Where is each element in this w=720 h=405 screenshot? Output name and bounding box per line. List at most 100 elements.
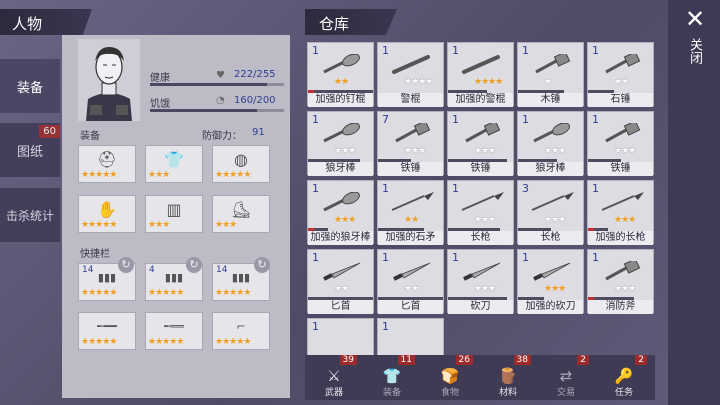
category-label: 食物 <box>440 388 459 398</box>
warehouse-title: 仓库 <box>319 15 350 33</box>
tab-kill-stats-label: 击杀统计 <box>5 208 54 223</box>
equipment-slot[interactable]: 👕 ★★★ <box>145 145 203 183</box>
inventory-item[interactable]: 1 ★★ 石锤 <box>587 42 654 107</box>
close-icon[interactable]: ✕ <box>682 6 708 32</box>
item-quantity: 1 <box>312 320 319 333</box>
key-icon: 🔑 <box>614 367 634 385</box>
hammer-icon <box>596 54 646 74</box>
warehouse-header: 仓库 <box>305 9 397 35</box>
category-tab[interactable]: 2 ⇄ 交易 <box>543 355 589 400</box>
inventory-item[interactable]: 1 ★★★ 长枪 <box>447 180 514 245</box>
inventory-item[interactable]: 1 ★★★ 加强的砍刀 <box>517 249 584 314</box>
rating-stars: ★★ <box>404 284 419 294</box>
quickbar-slot[interactable]: ⌐ ★★★★★ <box>212 312 270 350</box>
hunger-bar <box>150 109 284 112</box>
quickbar-slot[interactable]: ╾━━ ★★★★★ <box>78 312 136 350</box>
mace-icon <box>526 123 576 143</box>
inventory-item[interactable]: 1 ★★ 匕首 <box>377 249 444 314</box>
equipment-slot[interactable]: ✋ ★★★★★ <box>78 195 136 233</box>
item-name: 消防斧 <box>588 300 653 314</box>
health-bar <box>150 83 284 86</box>
shotgun-icon: ╾══ <box>164 319 184 333</box>
mace-icon <box>316 123 366 143</box>
reload-icon[interactable]: ↻ <box>118 257 134 273</box>
revolver-icon: ⌐ <box>236 319 246 333</box>
inventory-item[interactable]: 1 ★★★ 消防斧 <box>587 249 654 314</box>
inventory-item[interactable]: 1 ★★★ 狼牙棒 <box>517 111 584 176</box>
spear-icon <box>526 192 576 211</box>
item-name: 加强的砍刀 <box>518 300 583 314</box>
inventory-item[interactable]: 1 ★★★★ 加强的警棍 <box>447 42 514 107</box>
hammer-icon <box>386 123 436 143</box>
rating-stars: ★★★ <box>334 215 356 225</box>
pants-icon: ▥ <box>166 199 182 219</box>
close-label: 关闭 <box>687 38 702 64</box>
inventory-item[interactable]: 1 ★★★★ 警棍 <box>377 42 444 107</box>
equipment-slot[interactable]: ▥ ★★★ <box>145 195 203 233</box>
inventory-item[interactable]: 1 ★★ 加强的石矛 <box>377 180 444 245</box>
spiked-club-icon <box>316 54 366 74</box>
rating-stars: ★★★ <box>544 284 566 294</box>
equipment-slot[interactable]: ⛑ ★★★★★ <box>78 145 136 183</box>
item-name: 狼牙棒 <box>518 162 583 176</box>
rating-stars: ★★★★★ <box>215 337 251 347</box>
boots-icon: ⛸ <box>230 199 252 219</box>
rating-stars: ★★★★★ <box>148 288 184 298</box>
category-count: 39 <box>339 355 357 365</box>
category-count: 26 <box>455 355 473 365</box>
tab-equipment[interactable]: 装备 <box>0 59 60 113</box>
reload-icon[interactable]: ↻ <box>186 257 202 273</box>
inventory-item[interactable]: 3 ★★★ 长枪 <box>517 180 584 245</box>
inventory-item[interactable]: 1 ★★★ 加强的狼牙棒 <box>307 180 374 245</box>
machete-icon <box>456 262 506 281</box>
category-tab[interactable]: 39 ⚔ 武器 <box>311 355 357 400</box>
equipment-slot[interactable]: ◍ ★★★★★ <box>212 145 270 183</box>
item-name: 铁锤 <box>378 162 443 176</box>
category-count: 38 <box>513 355 531 365</box>
inventory-item[interactable]: 1 ★★★ 铁锤 <box>587 111 654 176</box>
portrait-avatar <box>78 39 140 121</box>
category-tab[interactable]: 38 🪵 材料 <box>485 355 531 400</box>
inventory-item[interactable]: 1 ★★★ 砍刀 <box>447 249 514 314</box>
inventory-item[interactable]: 1 ★ 木锤 <box>517 42 584 107</box>
item-name: 长枪 <box>518 231 583 245</box>
quickbar-slot[interactable]: ╾══ ★★★★★ <box>145 312 203 350</box>
inventory-item[interactable]: 1 ★★★ 狼牙棒 <box>307 111 374 176</box>
mace-icon <box>316 192 366 212</box>
item-name: 加强的狼牙棒 <box>308 231 373 245</box>
rating-stars: ★★ <box>404 215 419 225</box>
rating-stars: ★★★★★ <box>215 288 251 298</box>
item-name: 石锤 <box>588 93 653 107</box>
hunger-value: 160/200 <box>234 95 276 106</box>
category-tab[interactable]: 2 🔑 任务 <box>601 355 647 400</box>
item-name: 木锤 <box>518 93 583 107</box>
rating-stars: ★★★ <box>404 146 426 156</box>
item-name: 铁锤 <box>588 162 653 176</box>
rating-stars: ★★★ <box>148 220 170 230</box>
rating-stars: ★★★★★ <box>148 337 184 347</box>
hammer-icon <box>596 123 646 143</box>
close-button[interactable]: ✕ 关闭 <box>668 0 720 405</box>
inventory-item[interactable]: 1 ★★ 加强的钉棍 <box>307 42 374 107</box>
inventory-item[interactable]: 1 ★★★ 加强的长枪 <box>587 180 654 245</box>
tab-blueprints-label: 图纸 <box>16 144 43 160</box>
inventory-item[interactable]: 1 ★★★ 铁锤 <box>447 111 514 176</box>
item-name: 铁锤 <box>448 162 513 176</box>
stomach-icon: ◔ <box>216 95 225 106</box>
rating-stars: ★★★★★ <box>81 337 117 347</box>
character-panel: 人物 装备 图纸 60 击杀统计 健康 ♥ 222/255 饥饿 ◔ 160/2… <box>0 0 292 405</box>
reload-icon[interactable]: ↻ <box>254 257 270 273</box>
rating-stars: ★★★★★ <box>215 170 251 180</box>
equipment-slot[interactable]: ⛸ ★★★ <box>212 195 270 233</box>
category-count: 11 <box>397 355 415 365</box>
tab-blueprints[interactable]: 图纸 60 <box>0 123 60 177</box>
category-tab[interactable]: 11 👕 装备 <box>369 355 415 400</box>
category-label: 交易 <box>556 388 575 398</box>
category-count: 2 <box>577 355 589 365</box>
rating-stars: ★ <box>544 77 552 87</box>
inventory-item[interactable]: 1 ★★ 匕首 <box>307 249 374 314</box>
tab-kill-stats[interactable]: 击杀统计 <box>0 188 60 242</box>
tab-equipment-label: 装备 <box>16 80 43 96</box>
inventory-item[interactable]: 7 ★★★ 铁锤 <box>377 111 444 176</box>
category-tab[interactable]: 26 🍞 食物 <box>427 355 473 400</box>
